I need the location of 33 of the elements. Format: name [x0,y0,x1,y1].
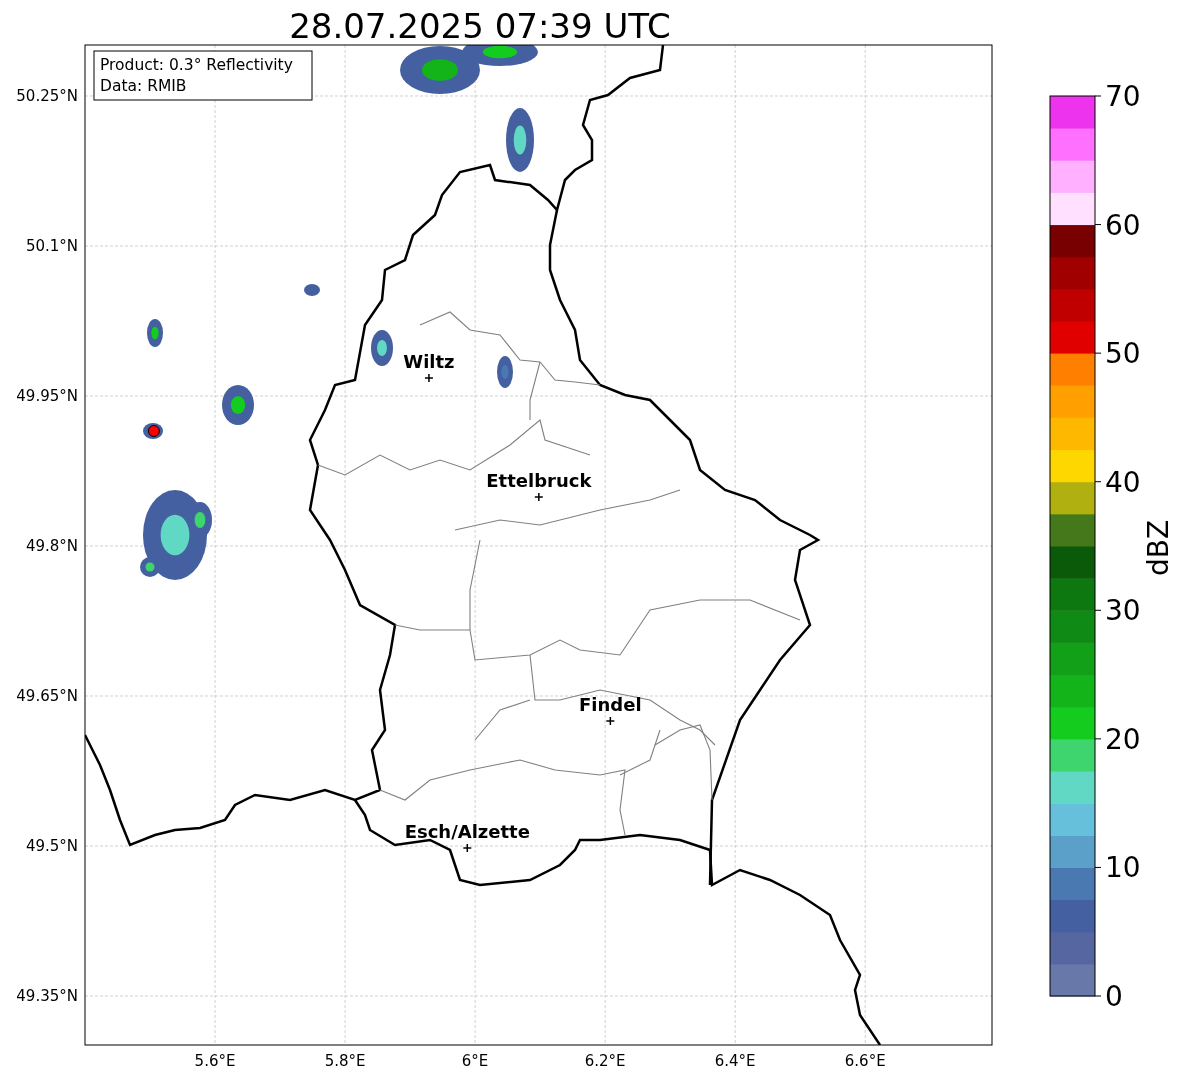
longitude-label: 5.6°E [194,1052,236,1070]
city-label: Findel [579,694,642,715]
city-marker [424,373,434,383]
longitude-label: 5.8°E [324,1052,366,1070]
latitude-label: 49.65°N [16,687,78,705]
city-marker [534,492,544,502]
latitude-label: 50.1°N [25,237,78,255]
colorbar-tick-label: 0 [1105,980,1123,1013]
colorbar-tick-label: 70 [1105,80,1141,113]
city-label: Esch/Alzette [404,821,530,842]
latitude-label: 49.8°N [25,537,78,555]
colorbar-tick-label: 10 [1105,851,1141,885]
longitude-label: 6.2°E [584,1052,626,1070]
longitude-label: 6.4°E [714,1052,756,1070]
city-marker [605,716,616,726]
colorbar-label: dBZ [1142,519,1175,577]
colorbar-tick-label: 40 [1105,465,1141,499]
chart-title: 28.07.2025 07:39 UTC [289,6,671,46]
latitude-label: 49.35°N [16,987,78,1005]
latitude-label: 50.25°N [16,87,78,105]
colorbar-tick-label: 20 [1105,722,1141,756]
legend-text: Data: RMIB [100,77,187,95]
city-label: Ettelbruck [486,470,592,491]
colorbar-tick-label: 30 [1105,594,1141,628]
latitude-label: 49.95°N [16,387,78,405]
colorbar-tick-label: 60 [1105,208,1141,242]
latitude-label: 49.5°N [25,837,78,855]
city-marker [462,843,473,853]
longitude-label: 6°E [461,1052,489,1070]
city-label: Wiltz [403,351,455,372]
colorbar-tick-label: 50 [1105,337,1141,371]
legend-text: Product: 0.3° Reflectivity [100,56,293,74]
longitude-label: 6.6°E [844,1052,886,1070]
